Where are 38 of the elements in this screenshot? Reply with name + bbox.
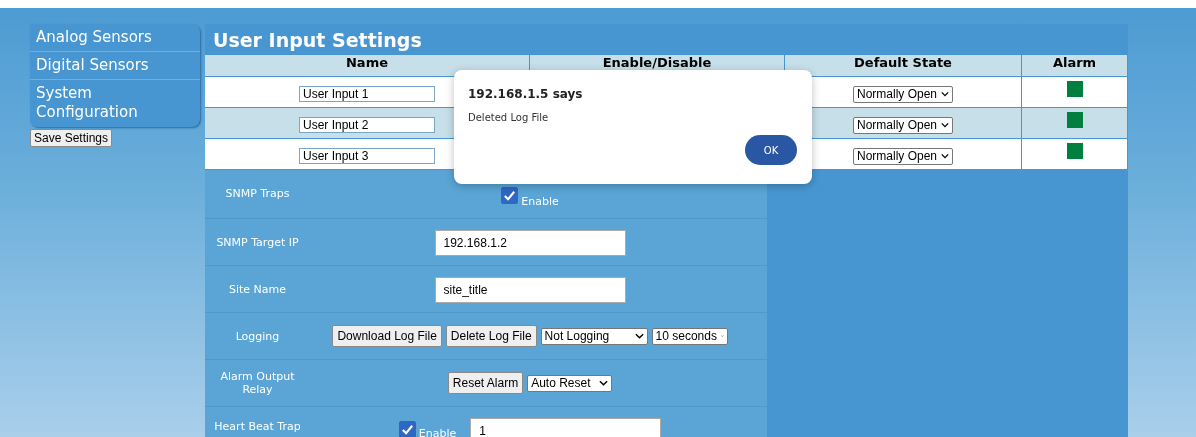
action-button[interactable]: Reset Alarm xyxy=(447,372,524,394)
text-field[interactable]: site_title xyxy=(434,277,626,303)
name-field[interactable]: User Input 2 xyxy=(299,117,435,133)
setting-label: Heart Beat Trap xyxy=(213,420,302,433)
setting-label: Alarm Output Relay xyxy=(219,370,296,396)
save-button[interactable]: Save Settings xyxy=(30,129,113,147)
checkbox-label: Enable xyxy=(521,194,559,208)
column-header: Name xyxy=(205,55,530,77)
name-field[interactable]: User Input 1 xyxy=(299,86,435,102)
dropdown[interactable]: Normally Open xyxy=(853,116,953,134)
setting-label: SNMP Traps xyxy=(224,187,291,200)
caret-icon xyxy=(634,333,644,339)
dropdown[interactable]: Normally Open xyxy=(853,147,953,165)
dialog-title: 192.168.1.5 says xyxy=(468,87,584,101)
text-field[interactable]: 192.168.1.2 xyxy=(434,230,626,256)
caret-icon xyxy=(941,153,949,159)
checkbox-label: Enable xyxy=(418,427,457,437)
checkbox[interactable] xyxy=(398,421,416,437)
dropdown[interactable]: Auto Reset xyxy=(527,374,613,392)
caret-icon xyxy=(941,122,949,128)
caret-icon xyxy=(599,380,609,386)
action-button[interactable]: Delete Log File xyxy=(445,325,537,347)
dropdown[interactable]: Not Logging xyxy=(540,327,648,345)
column-header: Alarm xyxy=(1022,55,1128,77)
setting-label: Logging xyxy=(234,329,281,343)
column-header: Default State xyxy=(785,55,1022,77)
checkbox[interactable] xyxy=(501,186,519,204)
setting-label: SNMP Target IP xyxy=(215,235,300,249)
dropdown[interactable]: Normally Open xyxy=(853,85,953,103)
ok-button[interactable]: OK xyxy=(745,135,797,165)
caret-icon xyxy=(941,91,949,97)
interval-field[interactable]: 1 xyxy=(470,418,662,437)
setting-label: Site Name xyxy=(227,282,288,296)
dialog-message: Deleted Log File xyxy=(468,112,550,123)
name-field[interactable]: User Input 3 xyxy=(299,148,435,164)
dropdown[interactable]: 10 seconds xyxy=(651,327,728,345)
action-button[interactable]: Download Log File xyxy=(332,325,442,347)
panel-title: User Input Settings xyxy=(212,28,423,53)
